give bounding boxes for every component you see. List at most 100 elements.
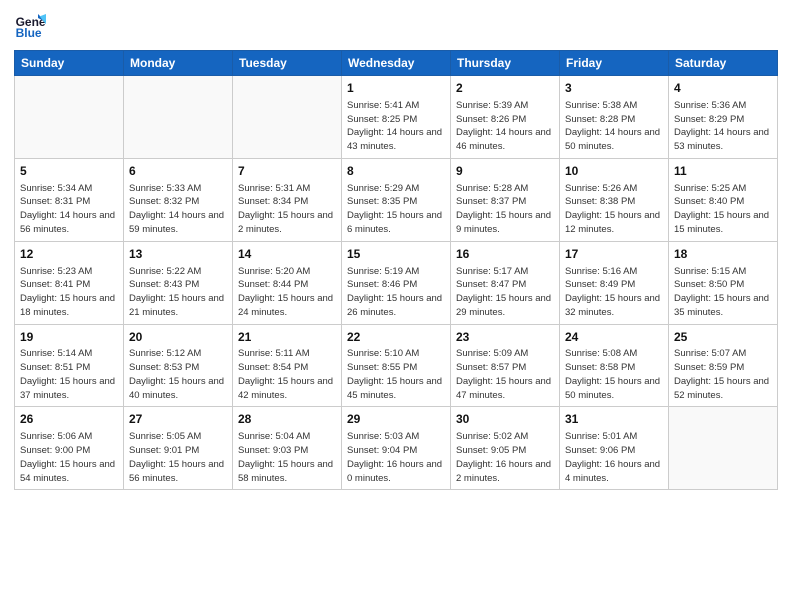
day-info: Sunrise: 5:33 AM Sunset: 8:32 PM Dayligh…: [129, 182, 227, 237]
day-cell: 7 Sunrise: 5:31 AM Sunset: 8:34 PM Daylig…: [233, 158, 342, 241]
day-cell: 17 Sunrise: 5:16 AM Sunset: 8:49 PM Dayli…: [560, 241, 669, 324]
header: General Blue: [14, 10, 778, 42]
day-info: Sunrise: 5:34 AM Sunset: 8:31 PM Dayligh…: [20, 182, 118, 237]
day-number: 3: [565, 80, 663, 97]
week-row-2: 5 Sunrise: 5:34 AM Sunset: 8:31 PM Daylig…: [15, 158, 778, 241]
day-number: 27: [129, 411, 227, 428]
day-number: 24: [565, 329, 663, 346]
day-number: 11: [674, 163, 772, 180]
day-cell: 21Sunrise: 5:11 AM Sunset: 8:54 PM Dayli…: [233, 324, 342, 407]
weekday-monday: Monday: [124, 51, 233, 76]
day-number: 1: [347, 80, 445, 97]
day-number: 17: [565, 246, 663, 263]
day-info: Sunrise: 5:16 AM Sunset: 8:49 PM Dayligh…: [565, 265, 663, 320]
day-cell: 8 Sunrise: 5:29 AM Sunset: 8:35 PM Daylig…: [342, 158, 451, 241]
day-cell: 2 Sunrise: 5:39 AM Sunset: 8:26 PM Daylig…: [451, 76, 560, 159]
day-info: Sunrise: 5:22 AM Sunset: 8:43 PM Dayligh…: [129, 265, 227, 320]
day-cell: 14 Sunrise: 5:20 AM Sunset: 8:44 PM Dayli…: [233, 241, 342, 324]
day-number: 10: [565, 163, 663, 180]
day-info: Sunrise: 5:29 AM Sunset: 8:35 PM Dayligh…: [347, 182, 445, 237]
day-cell: 5 Sunrise: 5:34 AM Sunset: 8:31 PM Daylig…: [15, 158, 124, 241]
week-row-1: 1 Sunrise: 5:41 AM Sunset: 8:25 PM Daylig…: [15, 76, 778, 159]
day-cell: 3 Sunrise: 5:38 AM Sunset: 8:28 PM Daylig…: [560, 76, 669, 159]
day-info: Sunrise: 5:08 AM Sunset: 8:58 PM Dayligh…: [565, 347, 663, 402]
day-cell: 6 Sunrise: 5:33 AM Sunset: 8:32 PM Daylig…: [124, 158, 233, 241]
day-number: 7: [238, 163, 336, 180]
calendar-table: SundayMondayTuesdayWednesdayThursdayFrid…: [14, 50, 778, 490]
day-cell: 4Sunrise: 5:36 AM Sunset: 8:29 PM Daylig…: [669, 76, 778, 159]
weekday-sunday: Sunday: [15, 51, 124, 76]
day-info: Sunrise: 5:17 AM Sunset: 8:47 PM Dayligh…: [456, 265, 554, 320]
weekday-wednesday: Wednesday: [342, 51, 451, 76]
day-number: 22: [347, 329, 445, 346]
day-info: Sunrise: 5:36 AM Sunset: 8:29 PM Dayligh…: [674, 99, 772, 154]
day-cell: 23Sunrise: 5:09 AM Sunset: 8:57 PM Dayli…: [451, 324, 560, 407]
day-info: Sunrise: 5:28 AM Sunset: 8:37 PM Dayligh…: [456, 182, 554, 237]
day-cell: 12 Sunrise: 5:23 AM Sunset: 8:41 PM Dayli…: [15, 241, 124, 324]
day-number: 30: [456, 411, 554, 428]
day-number: 16: [456, 246, 554, 263]
day-number: 21: [238, 329, 336, 346]
day-number: 6: [129, 163, 227, 180]
day-cell: 24Sunrise: 5:08 AM Sunset: 8:58 PM Dayli…: [560, 324, 669, 407]
day-number: 15: [347, 246, 445, 263]
day-number: 12: [20, 246, 118, 263]
day-info: Sunrise: 5:23 AM Sunset: 8:41 PM Dayligh…: [20, 265, 118, 320]
day-info: Sunrise: 5:10 AM Sunset: 8:55 PM Dayligh…: [347, 347, 445, 402]
day-info: Sunrise: 5:20 AM Sunset: 8:44 PM Dayligh…: [238, 265, 336, 320]
day-cell: 31Sunrise: 5:01 AM Sunset: 9:06 PM Dayli…: [560, 407, 669, 490]
weekday-thursday: Thursday: [451, 51, 560, 76]
day-info: Sunrise: 5:25 AM Sunset: 8:40 PM Dayligh…: [674, 182, 772, 237]
day-number: 26: [20, 411, 118, 428]
calendar-page: General Blue SundayMondayTuesdayWednesda…: [0, 0, 792, 504]
day-info: Sunrise: 5:09 AM Sunset: 8:57 PM Dayligh…: [456, 347, 554, 402]
day-cell: 22Sunrise: 5:10 AM Sunset: 8:55 PM Dayli…: [342, 324, 451, 407]
day-info: Sunrise: 5:03 AM Sunset: 9:04 PM Dayligh…: [347, 430, 445, 485]
day-cell: 10 Sunrise: 5:26 AM Sunset: 8:38 PM Dayli…: [560, 158, 669, 241]
day-info: Sunrise: 5:07 AM Sunset: 8:59 PM Dayligh…: [674, 347, 772, 402]
day-info: Sunrise: 5:11 AM Sunset: 8:54 PM Dayligh…: [238, 347, 336, 402]
day-info: Sunrise: 5:15 AM Sunset: 8:50 PM Dayligh…: [674, 265, 772, 320]
day-number: 18: [674, 246, 772, 263]
day-cell: 29 Sunrise: 5:03 AM Sunset: 9:04 PM Dayli…: [342, 407, 451, 490]
day-info: Sunrise: 5:02 AM Sunset: 9:05 PM Dayligh…: [456, 430, 554, 485]
day-number: 2: [456, 80, 554, 97]
day-cell: 11 Sunrise: 5:25 AM Sunset: 8:40 PM Dayli…: [669, 158, 778, 241]
day-cell: 26Sunrise: 5:06 AM Sunset: 9:00 PM Dayli…: [15, 407, 124, 490]
day-number: 23: [456, 329, 554, 346]
day-number: 20: [129, 329, 227, 346]
day-cell: 1 Sunrise: 5:41 AM Sunset: 8:25 PM Daylig…: [342, 76, 451, 159]
day-cell: 9Sunrise: 5:28 AM Sunset: 8:37 PM Daylig…: [451, 158, 560, 241]
day-info: Sunrise: 5:39 AM Sunset: 8:26 PM Dayligh…: [456, 99, 554, 154]
day-cell: [233, 76, 342, 159]
day-number: 5: [20, 163, 118, 180]
day-info: Sunrise: 5:19 AM Sunset: 8:46 PM Dayligh…: [347, 265, 445, 320]
weekday-friday: Friday: [560, 51, 669, 76]
day-cell: 18 Sunrise: 5:15 AM Sunset: 8:50 PM Dayli…: [669, 241, 778, 324]
day-cell: [669, 407, 778, 490]
logo-icon: General Blue: [14, 10, 46, 42]
day-number: 8: [347, 163, 445, 180]
day-cell: 27 Sunrise: 5:05 AM Sunset: 9:01 PM Dayli…: [124, 407, 233, 490]
day-info: Sunrise: 5:05 AM Sunset: 9:01 PM Dayligh…: [129, 430, 227, 485]
weekday-tuesday: Tuesday: [233, 51, 342, 76]
day-number: 29: [347, 411, 445, 428]
logo: General Blue: [14, 10, 46, 42]
week-row-5: 26Sunrise: 5:06 AM Sunset: 9:00 PM Dayli…: [15, 407, 778, 490]
day-number: 14: [238, 246, 336, 263]
day-cell: 28Sunrise: 5:04 AM Sunset: 9:03 PM Dayli…: [233, 407, 342, 490]
weekday-header-row: SundayMondayTuesdayWednesdayThursdayFrid…: [15, 51, 778, 76]
day-number: 13: [129, 246, 227, 263]
day-info: Sunrise: 5:26 AM Sunset: 8:38 PM Dayligh…: [565, 182, 663, 237]
day-cell: [15, 76, 124, 159]
day-info: Sunrise: 5:31 AM Sunset: 8:34 PM Dayligh…: [238, 182, 336, 237]
day-info: Sunrise: 5:01 AM Sunset: 9:06 PM Dayligh…: [565, 430, 663, 485]
svg-text:Blue: Blue: [16, 26, 42, 40]
day-info: Sunrise: 5:14 AM Sunset: 8:51 PM Dayligh…: [20, 347, 118, 402]
day-cell: 25Sunrise: 5:07 AM Sunset: 8:59 PM Dayli…: [669, 324, 778, 407]
day-info: Sunrise: 5:41 AM Sunset: 8:25 PM Dayligh…: [347, 99, 445, 154]
day-info: Sunrise: 5:38 AM Sunset: 8:28 PM Dayligh…: [565, 99, 663, 154]
day-number: 28: [238, 411, 336, 428]
week-row-4: 19Sunrise: 5:14 AM Sunset: 8:51 PM Dayli…: [15, 324, 778, 407]
weekday-saturday: Saturday: [669, 51, 778, 76]
